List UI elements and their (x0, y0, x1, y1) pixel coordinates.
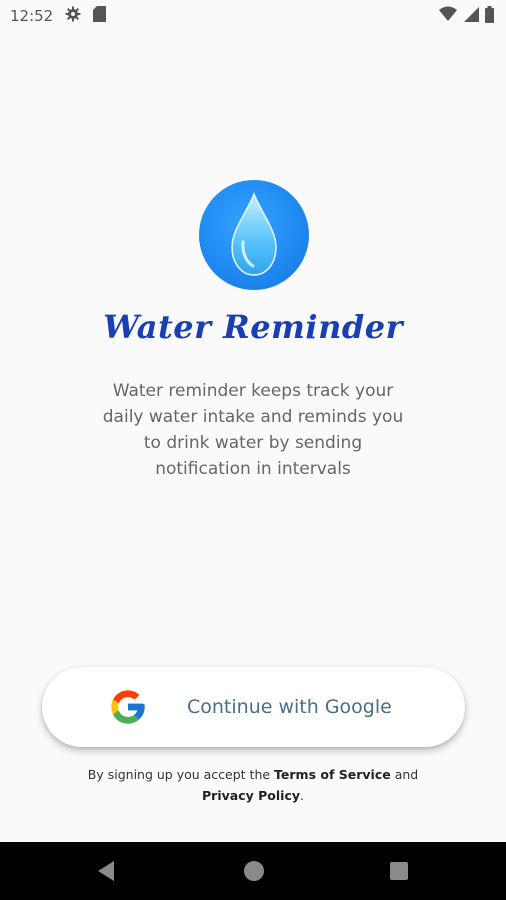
status-left: 12:52 (10, 6, 107, 26)
privacy-policy-link[interactable]: Privacy Policy (202, 788, 300, 803)
settings-icon (65, 6, 81, 26)
legal-and: and (390, 767, 419, 782)
navigation-bar (0, 842, 506, 900)
legal-text: By signing up you accept the Terms of Se… (60, 764, 446, 806)
recents-icon[interactable] (390, 862, 408, 880)
terms-of-service-link[interactable]: Terms of Service (274, 767, 391, 782)
sd-card-icon (93, 6, 107, 26)
status-time: 12:52 (10, 7, 54, 25)
wifi-icon (439, 6, 457, 26)
status-right (439, 5, 494, 27)
water-drop-icon (231, 191, 277, 276)
status-bar: 12:52 (0, 0, 506, 32)
legal-suffix: . (300, 788, 304, 803)
google-button-label: Continue with Google (187, 696, 392, 718)
google-g-icon (108, 687, 148, 727)
app-description: Water reminder keeps track your daily wa… (102, 381, 404, 479)
app-title: Water Reminder (103, 308, 403, 346)
continue-with-google-button[interactable]: Continue with Google (42, 667, 465, 747)
battery-icon (485, 5, 494, 27)
legal-prefix: By signing up you accept the (87, 767, 275, 782)
back-icon[interactable] (96, 860, 116, 886)
app-logo (199, 180, 309, 290)
signal-icon (463, 6, 479, 26)
home-icon[interactable] (244, 861, 264, 881)
